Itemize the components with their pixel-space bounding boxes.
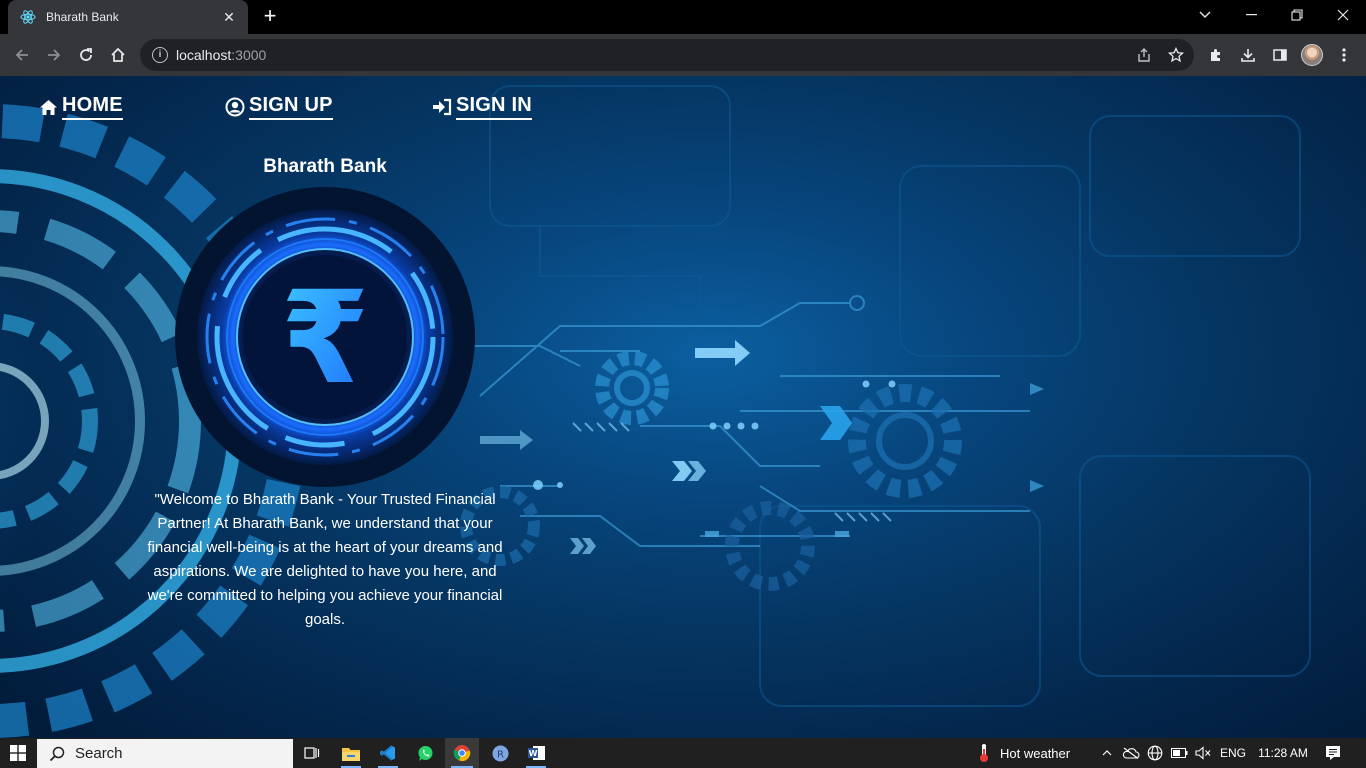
search-placeholder: Search <box>75 745 123 762</box>
home-icon <box>38 97 58 117</box>
address-bar[interactable]: i localhost :3000 <box>140 39 1194 71</box>
minimize-icon[interactable] <box>1228 0 1274 30</box>
reload-icon[interactable] <box>72 42 100 68</box>
rupee-logo: ₹ <box>175 187 475 487</box>
rupee-icon: ₹ <box>280 264 369 413</box>
language-indicator[interactable]: ENG <box>1216 738 1250 768</box>
battery-icon[interactable] <box>1168 738 1190 768</box>
taskbar-search-input[interactable]: Search <box>37 739 293 768</box>
tab-close-icon[interactable]: ✕ <box>220 9 238 26</box>
extensions-icon[interactable] <box>1202 42 1230 68</box>
svg-text:W: W <box>528 749 537 758</box>
brand-title: Bharath Bank <box>263 156 387 177</box>
url-host: localhost <box>176 47 232 63</box>
weather-text[interactable]: Hot weather <box>1000 738 1090 768</box>
file-explorer-icon[interactable] <box>335 738 367 768</box>
tray-expand-icon[interactable] <box>1097 738 1117 768</box>
home-browser-icon[interactable] <box>104 42 132 68</box>
nav-signup-label: SIGN UP <box>249 94 333 120</box>
vscode-icon[interactable] <box>372 738 404 768</box>
word-icon[interactable]: W <box>520 738 552 768</box>
react-icon <box>20 9 36 25</box>
notification-center-icon[interactable] <box>1318 738 1348 768</box>
site-info-icon[interactable]: i <box>152 47 168 63</box>
browser-toolbar: i localhost :3000 <box>0 34 1366 76</box>
thermometer-icon[interactable] <box>972 738 996 768</box>
task-view-icon[interactable] <box>297 738 327 768</box>
back-icon[interactable] <box>8 42 36 68</box>
whatsapp-icon[interactable] <box>409 738 441 768</box>
url-port: :3000 <box>231 47 267 63</box>
close-window-icon[interactable] <box>1320 0 1366 30</box>
browser-tab-bar: Bharath Bank ✕ + <box>0 0 1366 34</box>
bookmark-star-icon[interactable] <box>1163 42 1189 68</box>
chrome-menu-icon[interactable] <box>1330 42 1358 68</box>
tab-title: Bharath Bank <box>46 10 119 24</box>
nav-signin-link[interactable]: SIGN IN <box>432 94 532 120</box>
nav-home-label: HOME <box>62 94 123 120</box>
page-viewport: HOME SIGN UP SIGN IN Bharath Bank ₹ "Wel… <box>0 76 1366 738</box>
avatar <box>1301 44 1323 66</box>
onedrive-offline-icon[interactable] <box>1120 738 1142 768</box>
nav-home-link[interactable]: HOME <box>38 94 123 120</box>
windows-taskbar: Search R W Hot weather ENG 11:28 AM <box>0 738 1366 768</box>
forward-icon[interactable] <box>40 42 68 68</box>
welcome-message: "Welcome to Bharath Bank - Your Trusted … <box>147 491 503 628</box>
new-tab-button[interactable]: + <box>258 5 282 28</box>
network-globe-icon[interactable] <box>1144 738 1166 768</box>
nav-signup-link[interactable]: SIGN UP <box>225 94 333 120</box>
svg-text:R: R <box>497 749 504 760</box>
share-icon[interactable] <box>1131 42 1157 68</box>
windows-start-icon[interactable] <box>0 738 36 768</box>
sign-in-icon <box>432 97 452 117</box>
chrome-taskbar-icon[interactable] <box>445 738 479 768</box>
nav-signin-label: SIGN IN <box>456 94 532 120</box>
download-icon[interactable] <box>1234 42 1262 68</box>
profile-avatar[interactable] <box>1298 42 1326 68</box>
clock[interactable]: 11:28 AM <box>1252 738 1314 768</box>
app-r-icon[interactable]: R <box>484 738 516 768</box>
browser-tab[interactable]: Bharath Bank ✕ <box>8 0 248 34</box>
restore-icon[interactable] <box>1274 0 1320 30</box>
user-circle-icon <box>225 97 245 117</box>
volume-muted-icon[interactable] <box>1192 738 1214 768</box>
search-icon <box>49 746 65 762</box>
side-panel-icon[interactable] <box>1266 42 1294 68</box>
tab-search-dropdown-icon[interactable] <box>1182 0 1228 30</box>
